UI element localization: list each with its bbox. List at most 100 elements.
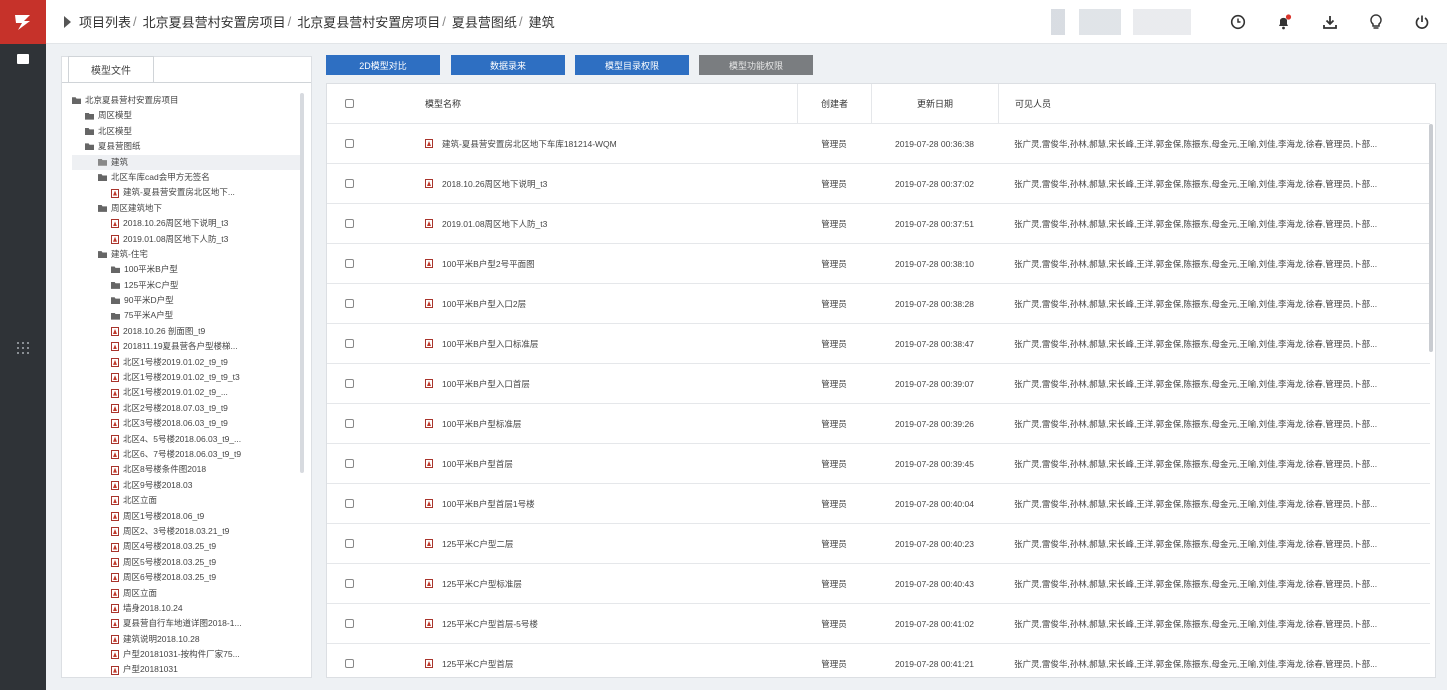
breadcrumb-item[interactable]: 项目列表 [79,12,131,31]
tree-item-file[interactable]: 201811.19夏县营各户型楼梯... [72,339,300,354]
model-name[interactable]: 100平米B户型首层 [442,458,513,470]
tree-item-file[interactable]: 北区6、7号楼2018.06.03_t9_t9 [72,447,300,462]
row-checkbox[interactable] [344,459,354,468]
tree-item-folder[interactable]: 夏县营图纸 [72,139,300,154]
header-creator[interactable]: 创建者 [797,84,871,123]
row-checkbox[interactable] [344,219,354,228]
tree-item-file[interactable]: 北区立面 [72,493,300,508]
header-model-name[interactable]: 模型名称 [371,84,797,123]
row-checkbox[interactable] [344,499,354,508]
breadcrumb-item[interactable]: 北京夏县营村安置房项目 [297,12,440,31]
menu-icon[interactable] [17,54,29,64]
catalog-permission-button[interactable]: 模型目录权限 [575,55,689,75]
row-checkbox[interactable] [344,419,354,428]
row-checkbox[interactable] [344,379,354,388]
tree-item-file[interactable]: 建筑说明2018.10.28 [72,632,300,647]
row-checkbox[interactable] [344,259,354,268]
table-row[interactable]: 2018.10.26周区地下说明_t3 管理员 2019-07-28 00:37:0… [327,164,1430,204]
row-checkbox[interactable] [344,339,354,348]
table-row[interactable]: 100平米B户型首层 管理员 2019-07-28 00:39:45 张广灵,雷俊华,… [327,444,1430,484]
tree-item-file[interactable]: 周区4号楼2018.03.25_t9 [72,539,300,554]
table-row[interactable]: 100平米B户型入口2层 管理员 2019-07-28 00:38:28 张广灵,雷俊… [327,284,1430,324]
model-name[interactable]: 100平米B户型入口首层 [442,378,530,390]
apps-grid-icon[interactable] [17,342,29,354]
tree-item-file[interactable]: 北区2号楼2018.07.03_t9_t9 [72,401,300,416]
table-row[interactable]: 2019.01.08周区地下人防_t3 管理员 2019-07-28 00:37:5… [327,204,1430,244]
row-checkbox[interactable] [344,579,354,588]
tree-item-file[interactable]: 周区2、3号楼2018.03.21_t9 [72,524,300,539]
header-visible-users[interactable]: 可见人员 [998,84,1430,123]
tree-item-file[interactable]: 墙身2018.10.24 [72,601,300,616]
tree-item-file[interactable]: 北区9号楼2018.03 [72,478,300,493]
table-row[interactable]: 100平米B户型入口首层 管理员 2019-07-28 00:39:07 张广灵,雷俊… [327,364,1430,404]
row-checkbox[interactable] [344,139,354,148]
model-name[interactable]: 2019.01.08周区地下人防_t3 [442,218,547,230]
notification-bell-icon[interactable] [1269,0,1299,44]
table-row[interactable]: 125平米C户型二层 管理员 2019-07-28 00:40:23 张广灵,雷俊华,… [327,524,1430,564]
table-row[interactable]: 100平米B户型首层1号楼 管理员 2019-07-28 00:40:04 张广灵,雷… [327,484,1430,524]
model-name[interactable]: 125平米C户型二层 [442,538,513,550]
tree-item-file[interactable]: 周区1号楼2018.06_t9 [72,509,300,524]
select-all-checkbox[interactable] [344,99,354,108]
table-row[interactable]: 125平米C户型首层-5号楼 管理员 2019-07-28 00:41:02 张广灵,… [327,604,1430,644]
tree-scrollbar[interactable] [300,93,304,473]
table-row[interactable]: 100平米B户型标准层 管理员 2019-07-28 00:39:26 张广灵,雷俊华… [327,404,1430,444]
tree-item-folder[interactable]: 75平米A户型 [72,308,300,323]
tree-item-file[interactable]: 北区4、5号楼2018.06.03_t9_... [72,432,300,447]
table-row[interactable]: 100平米B户型2号平面图 管理员 2019-07-28 00:38:10 张广灵,雷… [327,244,1430,284]
breadcrumb-item[interactable]: 北京夏县营村安置房项目 [143,12,286,31]
tree-item-file[interactable]: 户型20181031-按构件厂家75... [72,647,300,662]
tree-item-file[interactable]: 周区5号楼2018.03.25_t9 [72,555,300,570]
model-name[interactable]: 125平米C户型标准层 [442,578,522,590]
tree-item-folder[interactable]: 100平米B户型 [72,262,300,277]
model-name[interactable]: 建筑-夏县营安置房北区地下车库181214-WQM [442,138,617,150]
table-scrollbar[interactable] [1429,124,1433,352]
table-row[interactable]: 125平米C户型首层 管理员 2019-07-28 00:41:21 张广灵,雷俊华,… [327,644,1430,677]
download-icon[interactable] [1315,0,1345,44]
tree-item-folder[interactable]: 周区模型 [72,108,300,123]
row-checkbox[interactable] [344,659,354,668]
tab-model-files[interactable]: 模型文件 [68,56,154,82]
model-name[interactable]: 100平米B户型2号平面图 [442,258,535,270]
tree-item-file[interactable]: 周区立面 [72,586,300,601]
tree-item-file[interactable]: 户型20181031 [72,662,300,677]
tree-item-file[interactable]: 2018.10.26 剖面图_t9 [72,324,300,339]
header-update-date[interactable]: 更新日期 [871,84,998,123]
function-permission-button[interactable]: 模型功能权限 [699,55,813,75]
row-checkbox[interactable] [344,179,354,188]
tree-item-folder[interactable]: 北区车库cad会甲方无签名 [72,170,300,185]
tree-item-folder[interactable]: 北京夏县营村安置房项目 [72,93,300,108]
tree-item-folder[interactable]: 90平米D户型 [72,293,300,308]
tree-item-folder[interactable]: 周区建筑地下 [72,201,300,216]
breadcrumb-item[interactable]: 夏县营图纸 [452,12,517,31]
tree-item-file[interactable]: 建筑-夏县营安置房北区地下... [72,185,300,200]
tree-item-file[interactable]: 北区1号楼2019.01.02_t9_t9 [72,355,300,370]
model-name[interactable]: 100平米B户型入口2层 [442,298,526,310]
breadcrumb-arrow-icon[interactable] [64,15,71,28]
tree-item-file[interactable]: 2018.10.26周区地下说明_t3 [72,216,300,231]
tree-item-file[interactable]: 北区8号楼条件图2018 [72,462,300,477]
tree-item-file[interactable]: 2019.01.08周区地下人防_t3 [72,232,300,247]
model-name[interactable]: 125平米C户型首层-5号楼 [442,618,538,630]
row-checkbox[interactable] [344,539,354,548]
model-name[interactable]: 125平米C户型首层 [442,658,513,670]
power-icon[interactable] [1407,0,1437,44]
data-entry-button[interactable]: 数据录来 [451,55,565,75]
model-name[interactable]: 2018.10.26周区地下说明_t3 [442,178,547,190]
clock-icon[interactable] [1223,0,1253,44]
row-checkbox[interactable] [344,299,354,308]
tree-item-folder[interactable]: 建筑-住宅 [72,247,300,262]
table-row[interactable]: 125平米C户型标准层 管理员 2019-07-28 00:40:43 张广灵,雷俊华… [327,564,1430,604]
model-name[interactable]: 100平米B户型标准层 [442,418,521,430]
tree-item-folder[interactable]: 125平米C户型 [72,278,300,293]
tree-item-file[interactable]: 夏县营自行车地道详图2018-1... [72,616,300,631]
tree-item-file[interactable]: 北区1号楼2019.01.02_t9_t9_t3 [72,370,300,385]
tree-item-file[interactable]: 北区1号楼2019.01.02_t9_... [72,385,300,400]
tree-item-folder[interactable]: 建筑 [72,154,300,170]
tree-item-folder[interactable]: 北区模型 [72,124,300,139]
lightbulb-icon[interactable] [1361,0,1391,44]
user-info-blurred[interactable] [1051,9,1191,35]
tree-item-file[interactable]: 周区6号楼2018.03.25_t9 [72,570,300,585]
table-row[interactable]: 建筑-夏县营安置房北区地下车库181214-WQM 管理员 2019-07-28 0… [327,124,1430,164]
table-row[interactable]: 100平米B户型入口标准层 管理员 2019-07-28 00:38:47 张广灵,雷… [327,324,1430,364]
